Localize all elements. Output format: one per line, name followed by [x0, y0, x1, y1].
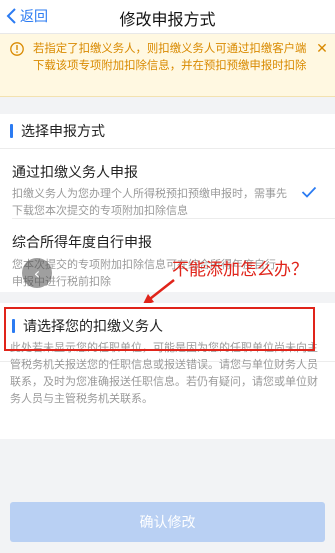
section-title: 选择申报方式	[21, 124, 105, 140]
close-icon[interactable]: ✕	[315, 42, 329, 56]
warning-icon	[10, 42, 24, 56]
option-description: 扣缴义务人为您办理个人所得税预扣预缴申报时，需事先下载您本次提交的专项附加扣除信…	[12, 187, 287, 217]
option-title: 通过扣缴义务人申报	[12, 165, 138, 181]
notice-text: 若指定了扣缴义务人，则扣缴义务人可通过扣缴客户端下载该项专项附加扣除信息，并在预…	[33, 41, 307, 72]
chevron-left-icon: ‹	[33, 263, 41, 283]
annotation-highlight-box	[4, 307, 315, 351]
notice-banner: 若指定了扣缴义务人，则扣缴义务人可通过扣缴客户端下载该项专项附加扣除信息，并在预…	[0, 34, 335, 97]
section-header-method: 选择申报方式	[10, 123, 105, 140]
section-accent-bar	[10, 124, 13, 138]
annotation-text: 不能添加怎么办？	[172, 260, 308, 280]
floating-back-button[interactable]: ‹	[22, 258, 52, 288]
option-title: 综合所得年度自行申报	[12, 235, 152, 251]
top-navigation-bar: 返回 修改申报方式	[0, 0, 335, 34]
confirm-button[interactable]: 确认修改	[10, 502, 325, 542]
page-title: 修改申报方式	[119, 10, 216, 29]
checkmark-icon	[301, 186, 317, 198]
option-withholding-agent[interactable]: 通过扣缴义务人申报 扣缴义务人为您办理个人所得税预扣预缴申报时，需事先下载您本次…	[0, 148, 335, 218]
